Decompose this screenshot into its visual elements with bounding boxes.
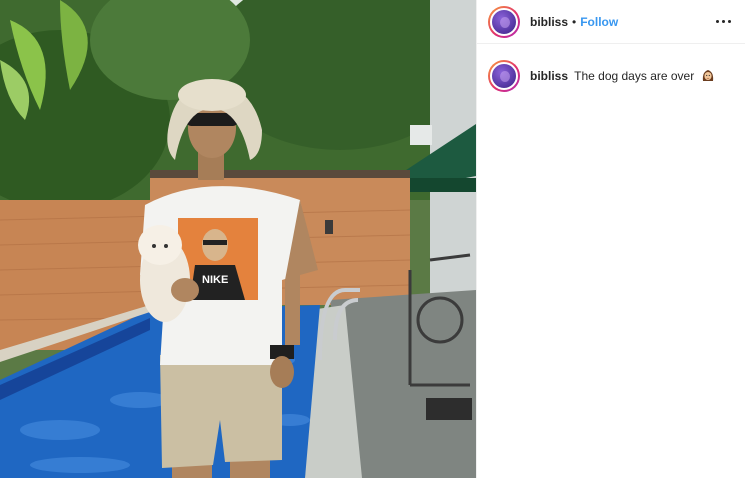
caption-username-link[interactable]: bibliss — [530, 69, 568, 83]
woman-raising-hand-emoji-icon — [702, 70, 713, 81]
post-photo[interactable]: NIKE — [0, 0, 476, 478]
caption-text: bibliss The dog days are over — [530, 60, 715, 84]
post-header: bibliss • Follow — [477, 0, 745, 44]
caption-comment: bibliss The dog days are over — [477, 44, 745, 92]
tshirt-print-text: NIKE — [202, 274, 228, 286]
caption-body: The dog days are over — [574, 69, 695, 83]
more-dot-2 — [721, 20, 725, 23]
post-side-panel: bibliss • Follow bibliss The dog days ar… — [476, 0, 745, 478]
caption-avatar[interactable] — [488, 60, 520, 92]
header-text: bibliss • Follow — [530, 15, 618, 29]
more-dot-3 — [727, 20, 731, 23]
follow-button[interactable]: Follow — [580, 15, 618, 29]
separator-dot: • — [572, 14, 577, 29]
username-link[interactable]: bibliss — [530, 15, 568, 29]
caption-avatar-image — [490, 62, 518, 90]
more-options-icon[interactable] — [711, 10, 735, 34]
post-image: NIKE — [0, 0, 476, 478]
avatar[interactable] — [488, 5, 520, 38]
more-dot-1 — [715, 20, 719, 23]
avatar-image — [490, 7, 518, 36]
